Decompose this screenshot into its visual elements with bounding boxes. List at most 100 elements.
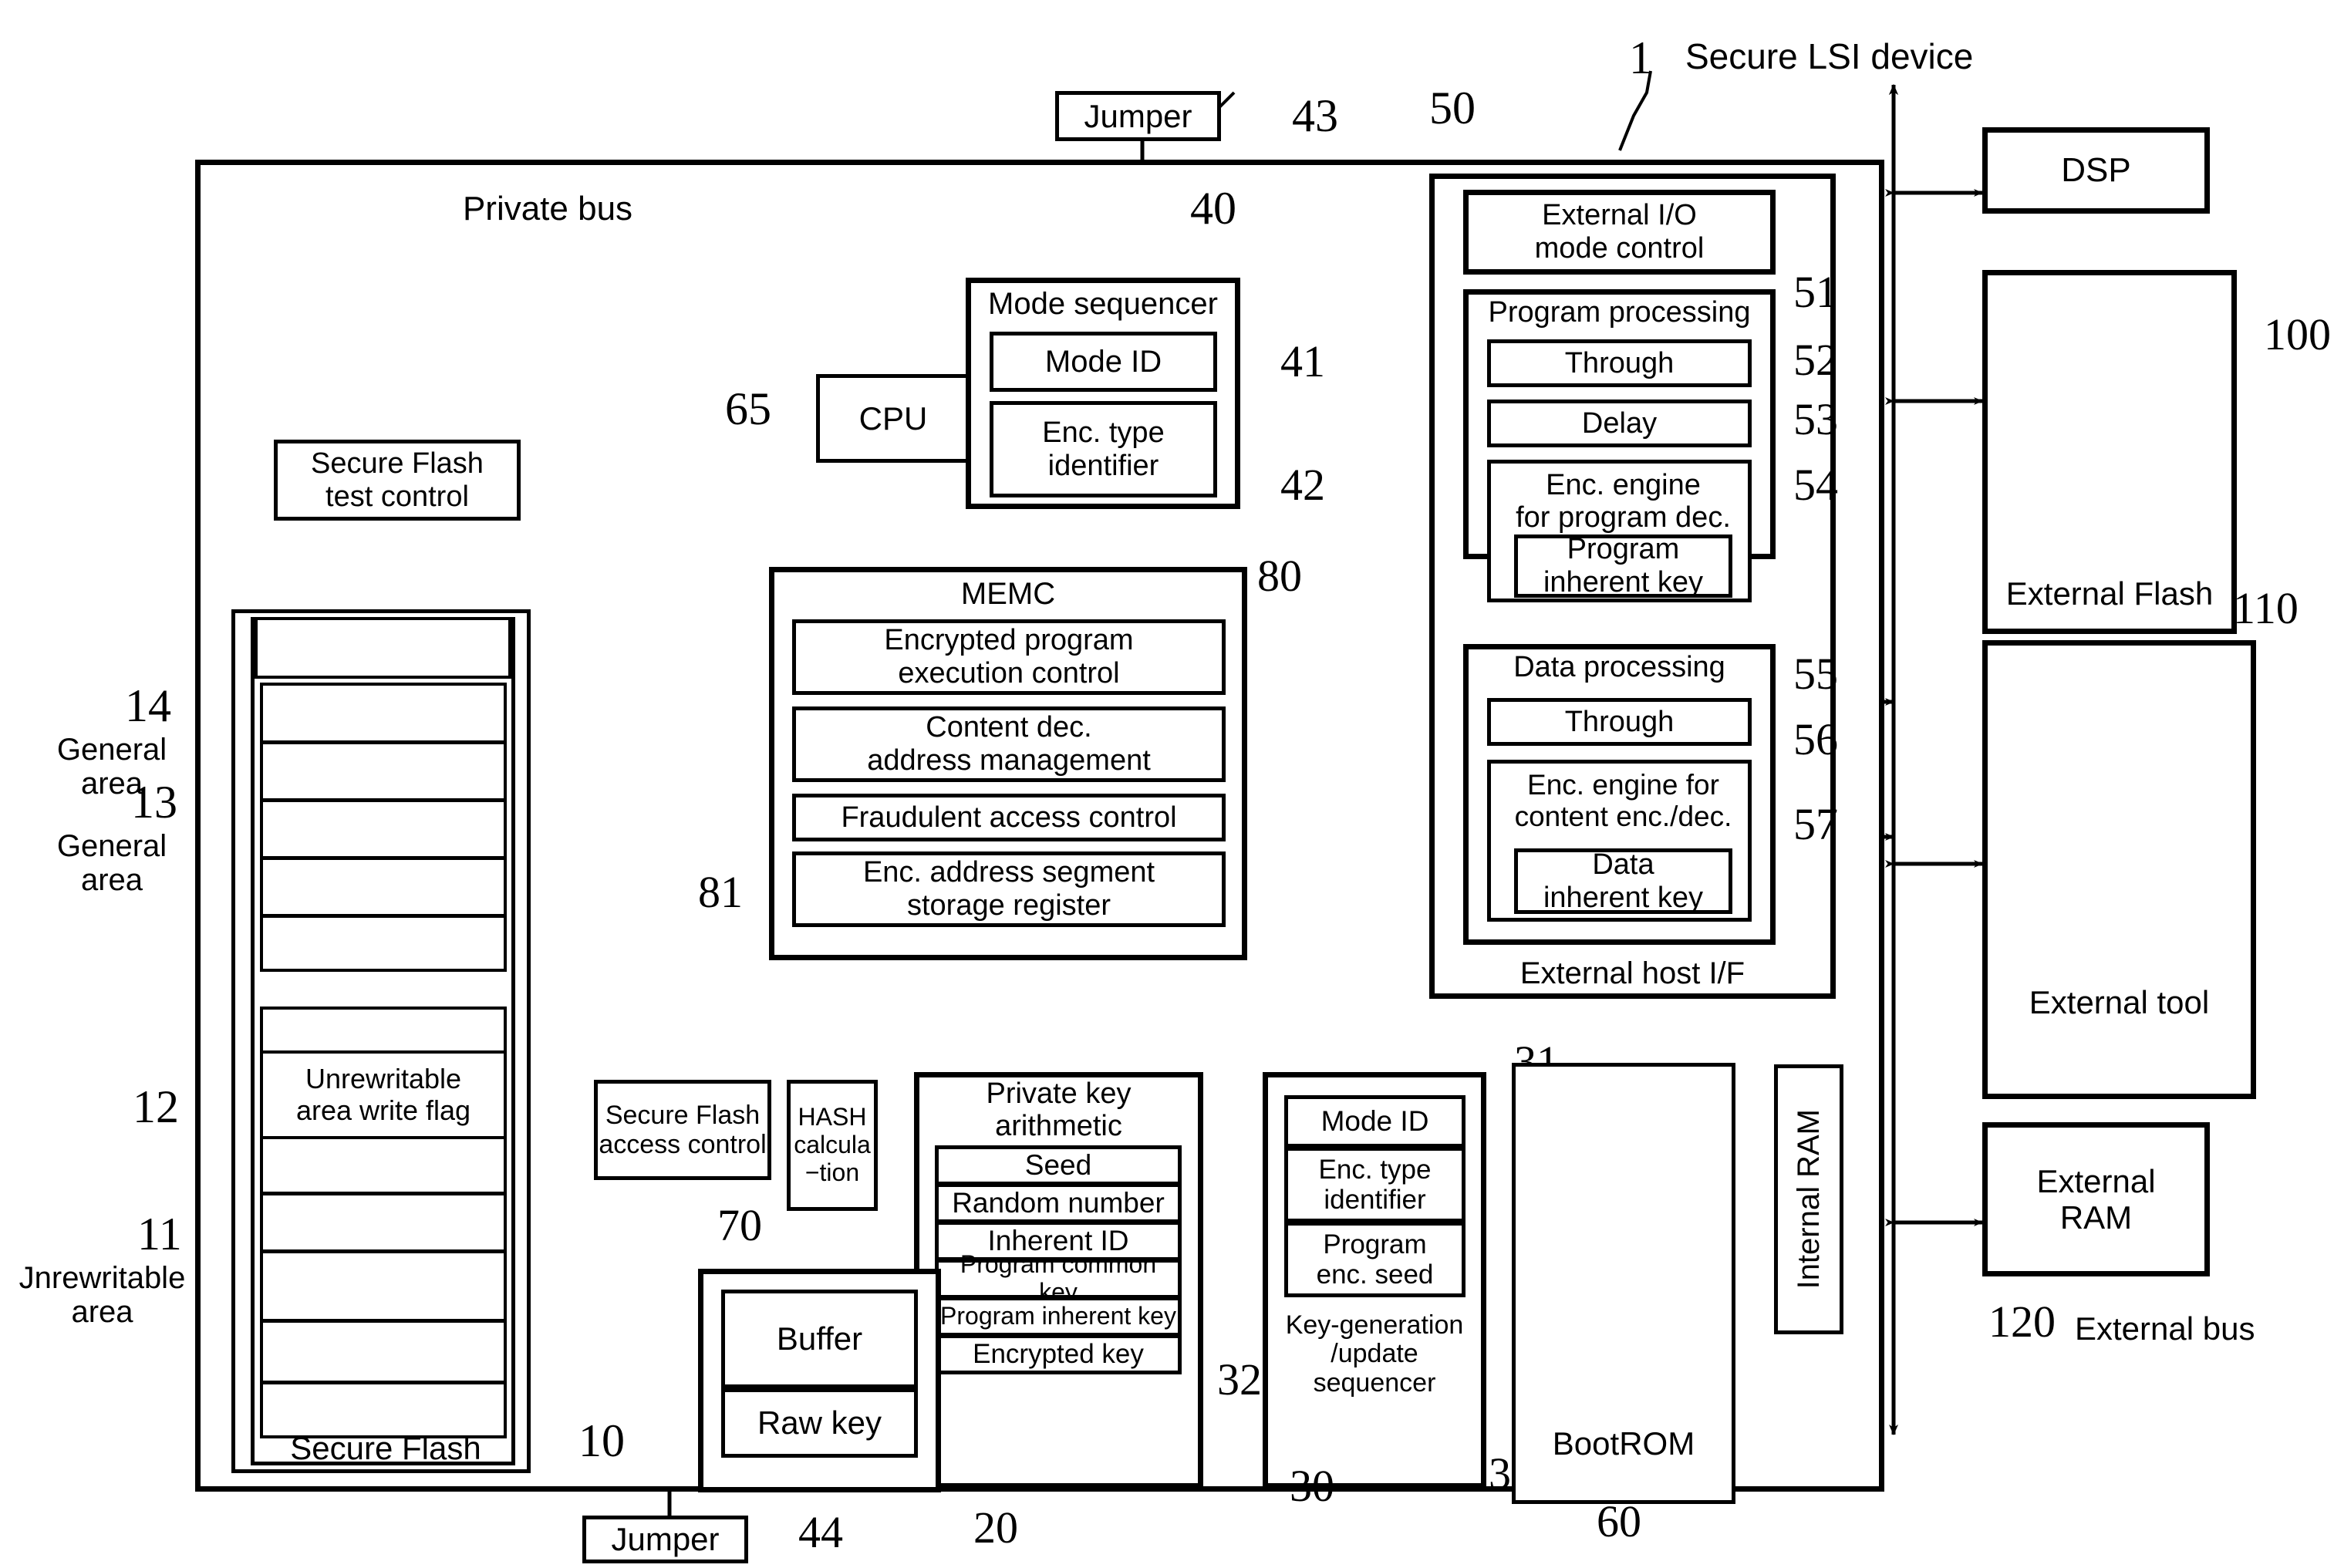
ref-30: 30: [1290, 1461, 1334, 1511]
memc-item-encrypted-program-execution-control[interactable]: Encrypted program execution control: [792, 619, 1226, 695]
buffer-box[interactable]: Buffer: [721, 1290, 918, 1388]
ref-100: 100: [2264, 309, 2331, 359]
raw-key-label: Raw key: [757, 1404, 882, 1442]
keygen-mode-id[interactable]: Mode ID: [1284, 1095, 1465, 1148]
pka-program-inherent-key[interactable]: Program inherent key: [935, 1297, 1182, 1337]
flash-area-13[interactable]: [260, 683, 507, 972]
keygen-program-enc-seed[interactable]: Program enc. seed: [1284, 1222, 1465, 1297]
data-enc-engine-label: Enc. engine for content enc./dec.: [1514, 769, 1732, 832]
program-through-label: Through: [1564, 346, 1675, 379]
jumper-43-label: Jumper: [1084, 97, 1192, 134]
secure-flash-access-control[interactable]: Secure Flash access control: [594, 1080, 771, 1180]
general-area-13-label: General area: [56, 829, 167, 897]
memc-item-2-label: Fraudulent access control: [841, 801, 1177, 834]
external-dsp-label: DSP: [2061, 151, 2131, 190]
general-area-14-label: General area: [56, 733, 167, 801]
mode-sequencer-mode-id-label: Mode ID: [1044, 344, 1162, 379]
data-processing-through[interactable]: Through: [1487, 698, 1752, 746]
ref-40: 40: [1190, 183, 1236, 234]
unrewritable-area-write-flag-label: Unrewritable area write flag: [295, 1063, 471, 1126]
ref-10: 10: [578, 1415, 625, 1466]
external-dsp-box[interactable]: DSP: [1982, 127, 2210, 214]
program-enc-engine[interactable]: Enc. engine for program dec. Program inh…: [1487, 460, 1752, 602]
external-io-mode-control-label: External I/O mode control: [1534, 199, 1705, 265]
raw-key-box[interactable]: Raw key: [721, 1388, 918, 1458]
bootrom-box[interactable]: BootROM: [1512, 1063, 1735, 1504]
ref-50: 50: [1429, 83, 1476, 133]
flash-row-divider: [263, 1319, 504, 1323]
ref-13: 13: [131, 777, 177, 828]
ref-110: 110: [2233, 583, 2299, 633]
internal-ram-label: Internal RAM: [1791, 1109, 1826, 1290]
data-enc-engine[interactable]: Enc. engine for content enc./dec. Data i…: [1487, 760, 1752, 922]
memc-item-enc-address-segment-storage-register[interactable]: Enc. address segment storage register: [792, 851, 1226, 927]
keygen-enc-type-label: Enc. type identifier: [1318, 1154, 1432, 1215]
external-tool-label: External tool: [2029, 983, 2210, 1020]
memc-item-1-label: Content dec. address management: [867, 711, 1151, 777]
cpu-box[interactable]: CPU: [816, 374, 970, 463]
ref-43: 43: [1292, 90, 1338, 141]
program-processing-label: Program processing: [1488, 296, 1751, 329]
ref-55: 55: [1793, 649, 1838, 699]
mode-sequencer-enc-type-identifier[interactable]: Enc. type identifier: [990, 401, 1217, 497]
jumper-43-box[interactable]: Jumper: [1055, 91, 1221, 141]
external-tool-box[interactable]: External tool: [1982, 640, 2256, 1099]
hash-calculation-box[interactable]: HASH calcula −tion: [787, 1080, 878, 1211]
memc-item-content-dec-address-management[interactable]: Content dec. address management: [792, 706, 1226, 782]
ref-57: 57: [1793, 799, 1838, 849]
pka-encrypted-key-label: Encrypted key: [973, 1339, 1144, 1370]
program-enc-engine-label: Enc. engine for program dec.: [1516, 469, 1731, 534]
ref-44: 44: [798, 1507, 843, 1557]
ref-20: 20: [973, 1502, 1018, 1553]
program-delay-label: Delay: [1581, 406, 1658, 440]
buffer-label: Buffer: [776, 1320, 863, 1357]
hash-calculation-label: HASH calcula −tion: [794, 1103, 871, 1186]
pka-seed[interactable]: Seed: [935, 1145, 1182, 1185]
external-io-mode-control[interactable]: External I/O mode control: [1463, 190, 1776, 275]
key-generation-update-sequencer-title: Key-generation /update sequencer: [1285, 1310, 1464, 1398]
external-flash-box[interactable]: External Flash: [1982, 270, 2237, 634]
pka-random-number[interactable]: Random number: [935, 1183, 1182, 1223]
ref-70: 70: [717, 1200, 762, 1250]
secure-lsi-title: Secure LSI device: [1685, 36, 1974, 76]
flash-row-divider: [263, 798, 504, 802]
ref-11: 11: [137, 1209, 182, 1259]
ref-60: 60: [1597, 1496, 1641, 1546]
secure-flash-access-control-label: Secure Flash access control: [599, 1100, 767, 1159]
mode-sequencer-enc-type-label: Enc. type identifier: [1042, 416, 1165, 482]
private-bus-label: Private bus: [462, 190, 633, 228]
memc-item-fraudulent-access-control[interactable]: Fraudulent access control: [792, 794, 1226, 841]
ref-12: 12: [133, 1081, 179, 1132]
mode-sequencer-mode-id[interactable]: Mode ID: [990, 332, 1217, 392]
ref-42: 42: [1280, 460, 1325, 510]
pka-seed-label: Seed: [1024, 1149, 1092, 1182]
flash-row-divider: [263, 1381, 504, 1384]
ref-120: 120: [1988, 1297, 2056, 1347]
program-processing-through[interactable]: Through: [1487, 339, 1752, 387]
keygen-enc-type-identifier[interactable]: Enc. type identifier: [1284, 1147, 1465, 1222]
secure-flash-test-control[interactable]: Secure Flash test control: [274, 440, 521, 521]
patent-figure-canvas: Secure LSI device 1 50 40 Private bus Ju…: [0, 0, 2334, 1568]
ref-53: 53: [1793, 394, 1838, 444]
ref-32: 32: [1217, 1354, 1262, 1404]
jumper-44-box[interactable]: Jumper: [582, 1516, 748, 1563]
memc-item-3-label: Enc. address segment storage register: [862, 856, 1155, 922]
unrewritable-area-write-flag[interactable]: Unrewritable area write flag: [260, 1050, 507, 1139]
pka-encrypted-key[interactable]: Encrypted key: [935, 1334, 1182, 1374]
flash-row-divider: [263, 740, 504, 744]
keygen-program-enc-seed-label: Program enc. seed: [1316, 1229, 1434, 1290]
ref-80: 80: [1257, 551, 1302, 601]
bootrom-label: BootROM: [1552, 1425, 1695, 1462]
program-inherent-key[interactable]: Program inherent key: [1514, 533, 1732, 599]
internal-ram-box[interactable]: Internal RAM: [1774, 1064, 1843, 1334]
private-key-arithmetic-title: Private key arithmetic: [986, 1077, 1132, 1142]
flash-area-14[interactable]: [255, 617, 511, 679]
external-bus-label: External bus: [2075, 1310, 2255, 1347]
external-ram-box[interactable]: External RAM: [1982, 1122, 2210, 1276]
pka-program-inherent-key-label: Program inherent key: [940, 1302, 1176, 1330]
pka-program-common-key[interactable]: Program common key: [935, 1250, 1182, 1306]
program-processing-delay[interactable]: Delay: [1487, 400, 1752, 447]
data-processing-label: Data processing: [1513, 651, 1725, 683]
ref-41: 41: [1280, 336, 1325, 386]
data-inherent-key[interactable]: Data inherent key: [1514, 848, 1732, 914]
